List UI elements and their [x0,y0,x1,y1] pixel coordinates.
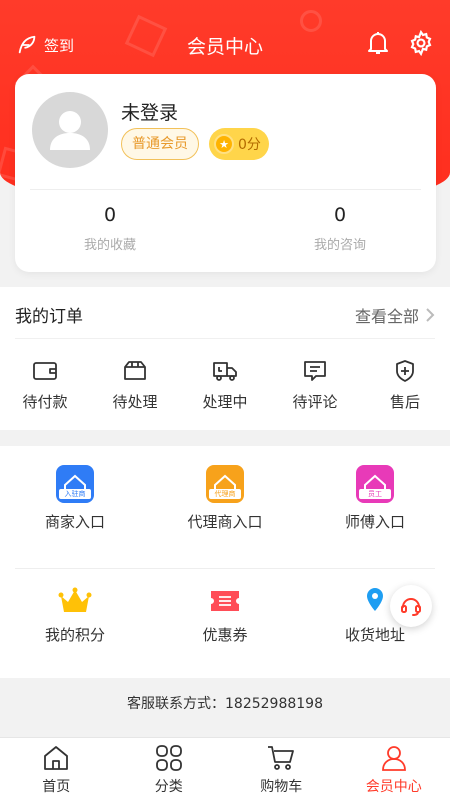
merchant-house-icon: 入驻商 [56,465,94,503]
entry-label: 师傅入口 [344,513,405,531]
truck-icon [213,362,237,381]
cart-icon [268,746,295,770]
star-coin-icon: ★ [214,134,234,154]
favorites-stat[interactable]: 0 我的收藏 [50,204,170,253]
shield-plus-icon [396,360,414,382]
inquiries-stat[interactable]: 0 我的咨询 [280,204,400,253]
default-avatar-icon [50,111,90,150]
coupon-icon [211,591,239,611]
service-contact-text: 客服联系方式：18252988198 [127,696,323,712]
avatar[interactable] [32,92,108,168]
bottom-tab-bar: 首页 分类 购物车 会员中心 [0,737,450,800]
headset-icon [401,598,421,616]
orders-title: 我的订单 [15,307,83,327]
utility-row: 我的积分 优惠券 收货地址 [0,586,450,645]
order-item-label: 售后 [389,393,420,411]
order-processing[interactable]: 处理中 [180,359,270,412]
technician-house-icon: 员工 [356,465,394,503]
agent-tag: 代理商 [209,489,241,499]
order-item-label: 待评论 [292,393,338,411]
entry-label: 收货地址 [344,626,405,644]
comment-icon [304,361,326,381]
order-pending-payment[interactable]: 待付款 [0,359,90,412]
customer-service-float-button[interactable] [390,585,432,627]
tab-home[interactable]: 首页 [0,738,113,800]
inquiries-label: 我的咨询 [313,238,366,253]
wallet-icon [33,362,57,380]
location-icon [367,588,383,611]
favorites-count: 0 [103,204,117,226]
order-pending-review[interactable]: 待评论 [270,359,360,412]
tab-label: 购物车 [260,779,303,795]
agent-house-icon: 代理商 [206,465,244,503]
points-value: 0分 [238,137,261,153]
inquiries-count: 0 [333,204,347,226]
technician-entry[interactable]: 员工 师傅入口 [300,465,450,532]
entry-label: 优惠券 [202,626,248,644]
points-badge[interactable]: ★ 0分 [209,128,269,160]
orders-header: 我的订单 查看全部 [15,287,435,339]
order-item-label: 处理中 [202,393,248,411]
notification-button[interactable] [366,30,390,60]
view-all-orders-link[interactable]: 查看全部 [355,303,435,327]
tab-label: 会员中心 [365,779,422,795]
entry-label: 商家入口 [44,513,105,531]
technician-tag: 员工 [359,489,391,499]
category-icon [155,745,182,771]
divider [30,189,421,190]
entries-section: 入驻商 商家入口 代理商 代理商入口 员工 师傅入口 我的积分 优惠券 收货地址 [0,446,450,678]
entry-label: 代理商入口 [187,513,263,531]
bell-icon [368,32,388,54]
entry-label: 我的积分 [44,626,105,644]
tab-cart[interactable]: 购物车 [225,738,338,800]
crown-icon [58,587,92,612]
favorites-label: 我的收藏 [83,238,136,253]
coupon-entry[interactable]: 优惠券 [150,586,300,645]
tab-category[interactable]: 分类 [113,738,226,800]
divider [15,568,435,569]
view-all-label: 查看全部 [354,307,419,326]
order-pending-processing[interactable]: 待处理 [90,359,180,412]
my-points-entry[interactable]: 我的积分 [0,586,150,645]
portal-row: 入驻商 商家入口 代理商 代理商入口 员工 师傅入口 [0,465,450,532]
order-item-label: 待付款 [22,393,68,411]
user-icon [381,746,406,771]
order-status-row: 待付款 待处理 处理中 待评论 售后 [0,359,450,412]
chevron-right-icon [426,308,435,322]
order-after-sales[interactable]: 售后 [360,359,450,412]
tab-label: 分类 [154,779,183,795]
merchant-tag: 入驻商 [59,489,91,499]
orders-section: 我的订单 查看全部 待付款 待处理 处理中 待评论 售后 [0,287,450,430]
tab-label: 首页 [42,779,71,795]
settings-button[interactable] [408,29,434,60]
username[interactable]: 未登录 [121,98,178,125]
home-icon [44,746,69,770]
order-item-label: 待处理 [112,393,158,411]
tab-member-center[interactable]: 会员中心 [338,738,450,800]
merchant-entry[interactable]: 入驻商 商家入口 [0,465,150,532]
profile-card: 未登录 普通会员 ★ 0分 0 我的收藏 0 我的咨询 [15,74,436,272]
gear-icon [410,29,432,57]
agent-entry[interactable]: 代理商 代理商入口 [150,465,300,532]
member-level-badge: 普通会员 [121,128,199,160]
box-icon [124,361,146,380]
